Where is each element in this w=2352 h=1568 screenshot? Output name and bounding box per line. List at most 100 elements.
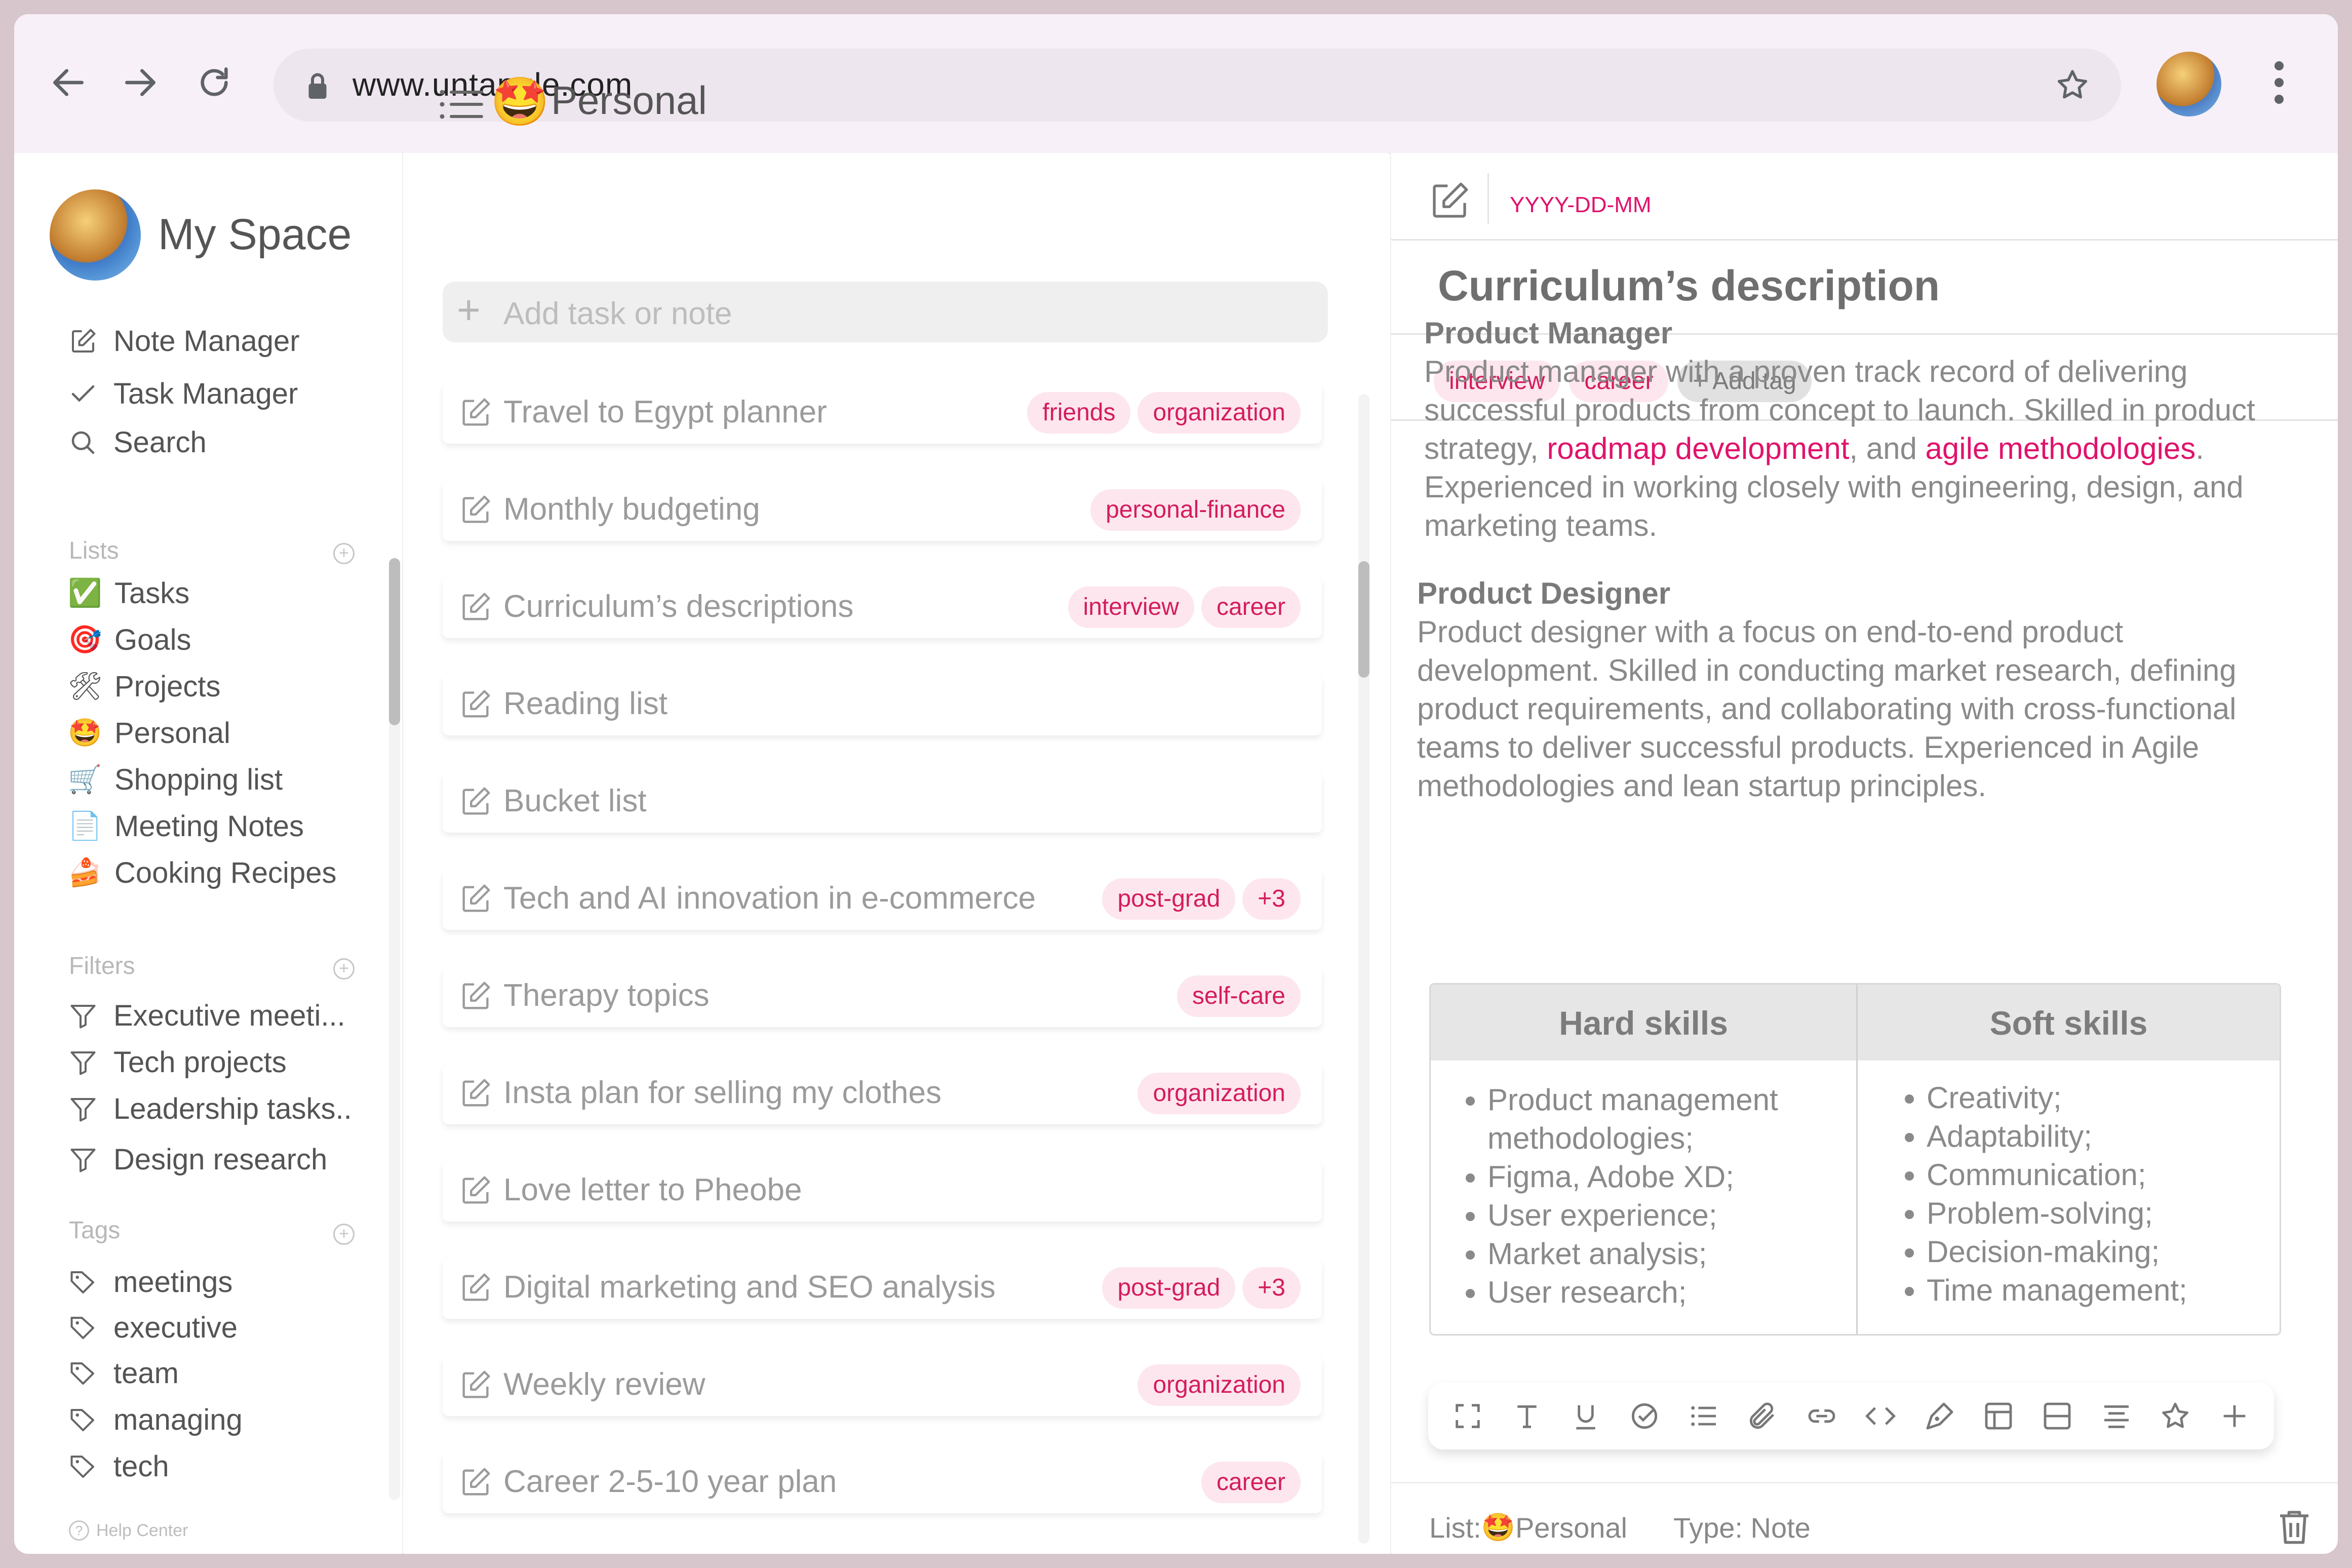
nav-search[interactable]: Search (68, 425, 207, 459)
date-field[interactable]: YYYY-DD-MM (1510, 192, 1652, 218)
pd-line: teams to deliver successful products. Ex… (1417, 730, 2200, 764)
back-arrow-icon[interactable] (41, 55, 96, 110)
tag-item[interactable]: executive (68, 1311, 238, 1345)
tag-item[interactable]: tech (68, 1449, 169, 1483)
bookmark-star-icon[interactable] (2054, 67, 2091, 106)
pen-tool-icon[interactable] (1922, 1398, 1957, 1434)
skill-item: User research; (1487, 1273, 1872, 1312)
checkbox-icon[interactable] (1627, 1398, 1662, 1434)
task-tag[interactable]: organization (1138, 1364, 1301, 1406)
tasks-emoji-icon: ✅ (68, 578, 102, 608)
list-item-personal[interactable]: 🤩 Personal (68, 716, 230, 750)
task-card[interactable]: Insta plan for selling my clothes organi… (443, 1064, 1322, 1124)
personal-emoji-icon: 🤩 (1481, 1512, 1515, 1543)
note-edit-icon (462, 1370, 490, 1398)
add-task-input[interactable]: + Add task or note (443, 282, 1328, 342)
task-tag[interactable]: self-care (1177, 975, 1301, 1017)
profile-avatar[interactable] (2157, 52, 2221, 116)
filters-heading: Filters (69, 953, 135, 979)
fullscreen-icon[interactable] (1450, 1398, 1485, 1434)
add-tag-icon[interactable]: + (333, 1224, 355, 1245)
hard-skills-list: Product management methodologies; Figma,… (1431, 1081, 1872, 1312)
filter-item[interactable]: Leadership tasks.. (68, 1092, 352, 1126)
agile-link[interactable]: agile methodologies (1926, 432, 2196, 465)
list-item-cooking[interactable]: 🍰 Cooking Recipes (68, 856, 336, 890)
pd-line: Product designer with a focus on end-to-… (1417, 615, 2124, 649)
add-list-icon[interactable]: + (333, 543, 355, 564)
list-item-shopping[interactable]: 🛒 Shopping list (68, 763, 283, 797)
nav-note-manager[interactable]: Note Manager (68, 324, 300, 358)
note-title[interactable]: Curriculum’s description (1438, 261, 1940, 310)
task-card[interactable]: Career 2-5-10 year plan career (443, 1453, 1322, 1513)
task-card[interactable]: Therapy topics self-care (443, 966, 1322, 1027)
task-card[interactable]: Reading list (443, 675, 1322, 735)
pd-heading: Product Designer (1417, 576, 1671, 610)
task-tag[interactable]: organization (1138, 392, 1301, 434)
task-card[interactable]: Bucket list (443, 772, 1322, 833)
task-tag[interactable]: post-grad (1102, 878, 1236, 920)
link-icon[interactable] (1804, 1398, 1839, 1434)
checkmark-icon (71, 385, 95, 402)
underline-icon[interactable] (1568, 1398, 1603, 1434)
filter-item[interactable]: Design research (68, 1143, 327, 1177)
task-tag[interactable]: interview (1068, 586, 1194, 628)
task-card[interactable]: Travel to Egypt planner friends organiza… (443, 383, 1322, 444)
task-tag[interactable]: organization (1138, 1073, 1301, 1114)
skill-item: Problem-solving; (1927, 1194, 2280, 1233)
task-tag-more[interactable]: +3 (1242, 1267, 1301, 1309)
footer-list-value[interactable]: Personal (1515, 1511, 1627, 1544)
task-title: Therapy topics (503, 978, 710, 1013)
tag-item[interactable]: managing (68, 1403, 243, 1437)
roadmap-link[interactable]: roadmap development (1547, 432, 1849, 465)
skill-item: Figma, Adobe XD; (1487, 1158, 1872, 1196)
reload-icon[interactable] (186, 55, 242, 110)
help-center-link[interactable]: ? Help Center (69, 1520, 188, 1541)
note-edit-icon[interactable] (1427, 178, 1472, 224)
task-tag[interactable]: career (1201, 1462, 1301, 1503)
list-item-projects[interactable]: 🛠 Projects (68, 670, 221, 703)
pd-line: product requirements, and collaborating … (1417, 692, 2237, 726)
list-item-meeting-notes[interactable]: 📄 Meeting Notes (68, 809, 304, 843)
task-card[interactable]: Curriculum’s descriptions interview care… (443, 577, 1322, 638)
task-card[interactable]: Monthly budgeting personal-finance (443, 480, 1322, 541)
trash-icon[interactable] (2273, 1505, 2316, 1550)
filter-item[interactable]: Tech projects (68, 1045, 287, 1079)
forward-arrow-icon[interactable] (112, 55, 168, 110)
list-menu-icon[interactable] (438, 84, 483, 127)
list-item-goals[interactable]: 🎯 Goals (68, 623, 191, 657)
task-card[interactable]: Love letter to Pheobe (443, 1161, 1322, 1222)
tag-item[interactable]: team (68, 1356, 179, 1390)
task-tag[interactable]: career (1201, 586, 1301, 628)
nav-task-manager[interactable]: Task Manager (68, 377, 298, 411)
star-icon[interactable] (2158, 1398, 2193, 1434)
lists-heading: Lists (69, 537, 119, 564)
task-tag[interactable]: personal-finance (1090, 489, 1301, 531)
sidebar-scroll-thumb[interactable] (389, 558, 400, 725)
list-item-tasks[interactable]: ✅ Tasks (68, 576, 189, 610)
task-tag[interactable]: post-grad (1102, 1267, 1236, 1309)
filter-item[interactable]: Executive meeti... (68, 999, 345, 1033)
personal-emoji-icon: 🤩 (490, 75, 550, 128)
more-menu-icon[interactable] (2273, 60, 2285, 108)
task-tag-more[interactable]: +3 (1242, 878, 1301, 920)
divider-block-icon[interactable] (2040, 1398, 2075, 1434)
bullet-list-icon[interactable] (1686, 1398, 1721, 1434)
filter-funnel-icon (70, 1097, 96, 1121)
attachment-icon[interactable] (1745, 1398, 1780, 1434)
task-card[interactable]: Digital marketing and SEO analysis post-… (443, 1258, 1322, 1319)
tag-item[interactable]: meetings (68, 1265, 232, 1299)
align-center-icon[interactable] (2099, 1398, 2134, 1434)
task-card[interactable]: Weekly review organization (443, 1355, 1322, 1416)
soft-skills-header: Soft skills (1989, 1004, 2148, 1042)
task-list-scroll-thumb[interactable] (1358, 561, 1369, 678)
add-block-icon[interactable] (2217, 1398, 2252, 1434)
task-tags: career (1194, 1462, 1301, 1503)
task-tag[interactable]: friends (1027, 392, 1131, 434)
add-filter-icon[interactable]: + (333, 958, 355, 979)
skill-item: Decision-making; (1927, 1233, 2280, 1271)
text-format-icon[interactable] (1509, 1398, 1545, 1434)
code-icon[interactable] (1863, 1398, 1898, 1434)
table-icon[interactable] (1981, 1398, 2016, 1434)
filter-label: Tech projects (113, 1046, 287, 1079)
task-card[interactable]: Tech and AI innovation in e-commerce pos… (443, 869, 1322, 930)
